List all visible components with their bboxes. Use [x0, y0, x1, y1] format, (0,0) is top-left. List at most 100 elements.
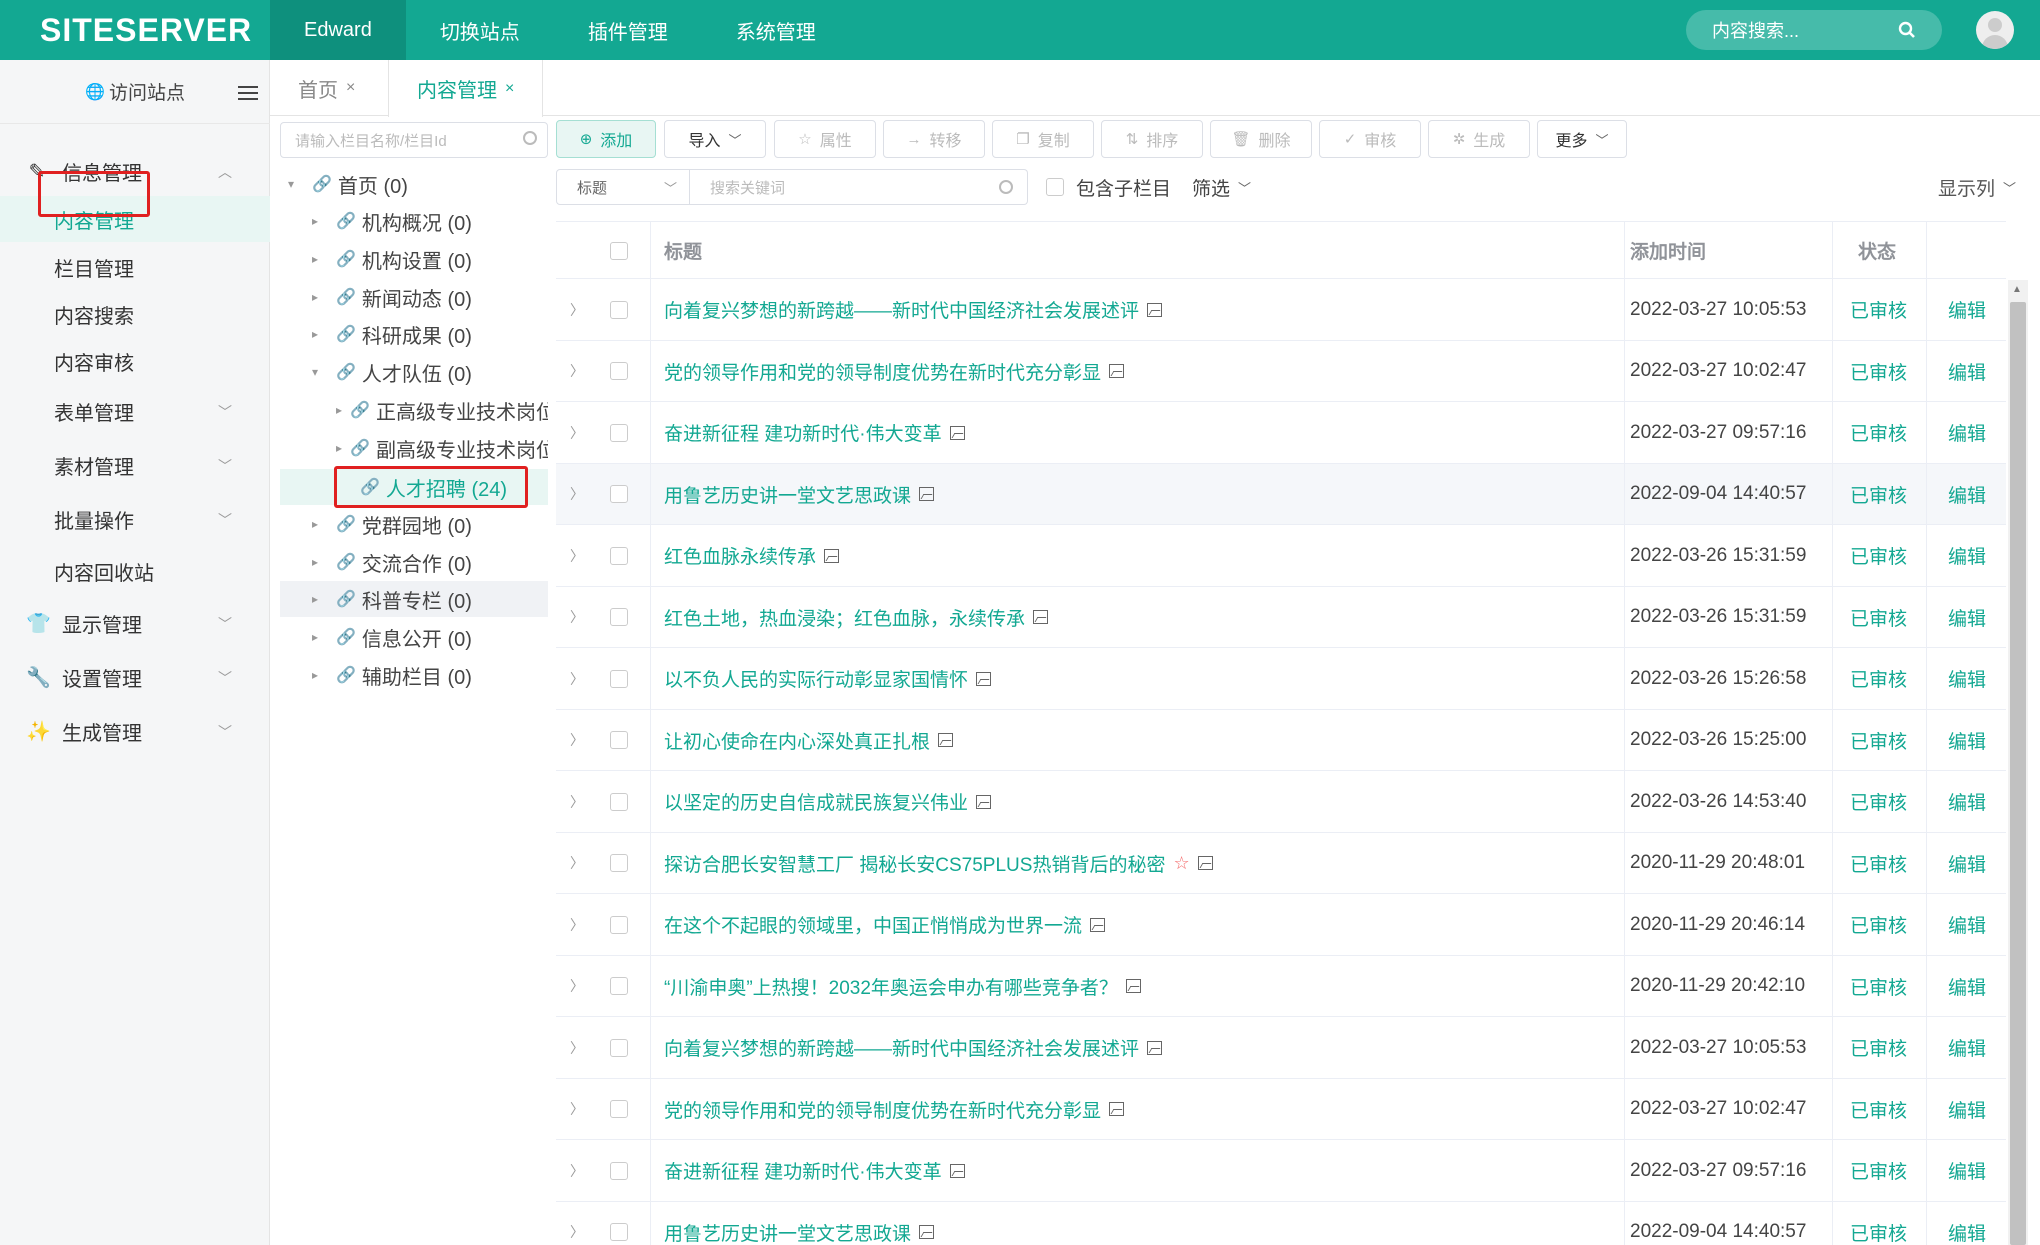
table-row[interactable]: 〉 用鲁艺历史讲一堂文艺思政课 2022-09-04 14:40:57 已审核 编辑 [556, 1201, 2006, 1245]
row-checkbox[interactable] [610, 1140, 628, 1201]
content-title-link[interactable]: 在这个不起眼的领域里，中国正悄悄成为世界一流 [664, 911, 1082, 938]
submenu-channel-management[interactable]: 栏目管理 [0, 244, 270, 290]
row-checkbox[interactable] [610, 402, 628, 463]
tab-home[interactable]: 首页 × [270, 60, 383, 116]
checkbox[interactable] [610, 300, 628, 319]
caret-icon[interactable]: ▸ [312, 517, 328, 531]
content-title-link[interactable]: 以不负人民的实际行动彰显家国情怀 [664, 665, 968, 692]
close-icon[interactable]: × [346, 79, 355, 97]
submenu-content-review[interactable]: 内容审核 [0, 338, 270, 384]
table-row[interactable]: 〉 党的领导作用和党的领导制度优势在新时代充分彰显 2022-03-27 10:02… [556, 340, 2006, 402]
caret-icon[interactable]: ▸ [312, 592, 328, 606]
more-button[interactable]: 更多 ﹀ [1537, 120, 1627, 158]
expand-row-icon[interactable]: 〉 [570, 341, 584, 402]
content-title-link[interactable]: 奋进新征程 建功新时代·伟大变革 [664, 1157, 942, 1184]
caret-icon[interactable]: ▸ [336, 441, 342, 455]
add-button[interactable]: ⊕ 添加 [556, 120, 656, 158]
checkbox[interactable] [610, 423, 628, 442]
table-row[interactable]: 〉 奋进新征程 建功新时代·伟大变革 2022-03-27 09:57:16 已审核编… [556, 402, 2006, 464]
generate-button[interactable]: ✲ 生成 [1428, 120, 1530, 158]
checkbox[interactable] [610, 608, 628, 626]
caret-icon[interactable]: ▸ [312, 290, 328, 304]
status-badge[interactable]: 已审核 [1850, 771, 1907, 832]
status-badge[interactable]: 已审核 [1850, 402, 1907, 463]
edit-link[interactable]: 编辑 [1948, 771, 1986, 832]
user-avatar[interactable] [1976, 11, 2014, 49]
tree-node[interactable]: ▾ 🔗 人才队伍 (0) [312, 354, 472, 390]
content-title-link[interactable]: 向着复兴梦想的新跨越——新时代中国经济社会发展述评 [664, 296, 1139, 323]
tree-node[interactable]: ▸ 🔗 科普专栏 (0) [312, 581, 472, 617]
visit-site-link[interactable]: 🌐 访问站点 [0, 60, 270, 124]
edit-link[interactable]: 编辑 [1948, 833, 1986, 894]
tree-node[interactable]: ▸ 🔗 辅助栏目 (0) [312, 657, 472, 693]
select-all-checkbox[interactable] [610, 222, 628, 279]
table-row[interactable]: 〉 红色土地，热血浸染；红色血脉，永续传承 2022-03-26 15:31:59 已… [556, 586, 2006, 648]
menu-group-settings[interactable]: 🔧 设置管理 ﹀ [0, 652, 270, 702]
table-row[interactable]: 〉 向着复兴梦想的新跨越——新时代中国经济社会发展述评 2022-03-27 10:… [556, 279, 2006, 341]
checkbox[interactable] [610, 915, 628, 934]
checkbox[interactable] [610, 1038, 628, 1057]
status-badge[interactable]: 已审核 [1850, 833, 1907, 894]
checkbox[interactable] [610, 977, 628, 995]
content-title-link[interactable]: 党的领导作用和党的领导制度优势在新时代充分彰显 [664, 358, 1101, 385]
expand-row-icon[interactable]: 〉 [570, 833, 584, 894]
table-row[interactable]: 〉 用鲁艺历史讲一堂文艺思政课 2022-09-04 14:40:57 已审核 编辑 [556, 463, 2006, 525]
status-badge[interactable]: 已审核 [1850, 1140, 1907, 1201]
table-row[interactable]: 〉 党的领导作用和党的领导制度优势在新时代充分彰显 2022-03-27 10:02… [556, 1078, 2006, 1140]
col-status[interactable]: 状态 [1858, 222, 1896, 279]
expand-row-icon[interactable]: 〉 [570, 279, 584, 340]
menu-group-display[interactable]: 👕 显示管理 ﹀ [0, 598, 270, 648]
row-checkbox[interactable] [610, 833, 628, 894]
status-badge[interactable]: 已审核 [1850, 1017, 1907, 1078]
content-search-input[interactable]: 内容搜索... [1686, 10, 1942, 50]
expand-row-icon[interactable]: 〉 [570, 587, 584, 648]
review-button[interactable]: ✓ 审核 [1319, 120, 1421, 158]
row-checkbox[interactable] [610, 1202, 628, 1245]
tree-node[interactable]: ▸ 🔗 机构设置 (0) [312, 241, 472, 277]
status-badge[interactable]: 已审核 [1850, 587, 1907, 648]
table-row[interactable]: 〉 向着复兴梦想的新跨越——新时代中国经济社会发展述评 2022-03-27 10:… [556, 1017, 2006, 1079]
row-checkbox[interactable] [610, 894, 628, 955]
expand-row-icon[interactable]: 〉 [570, 525, 584, 586]
table-row[interactable]: 〉 让初心使命在内心深处真正扎根 2022-03-26 15:25:00 已审核 编辑 [556, 709, 2006, 771]
row-checkbox[interactable] [610, 587, 628, 648]
checkbox[interactable] [1046, 178, 1064, 196]
col-added-time[interactable]: 添加时间 [1630, 222, 1706, 279]
checkbox[interactable] [610, 792, 628, 811]
table-row[interactable]: 〉 以不负人民的实际行动彰显家国情怀 2022-03-26 15:26:58 已审核编… [556, 648, 2006, 710]
checkbox[interactable] [610, 669, 628, 688]
tree-node[interactable]: ▸ 🔗 机构概况 (0) [312, 203, 472, 239]
attributes-button[interactable]: ☆ 属性 [774, 120, 876, 158]
row-checkbox[interactable] [610, 341, 628, 402]
caret-icon[interactable]: ▸ [312, 252, 328, 266]
table-row[interactable]: 〉 红色血脉永续传承 2022-03-26 15:31:59 已审核 编辑 [556, 525, 2006, 587]
sort-button[interactable]: ⇅ 排序 [1101, 120, 1203, 158]
content-title-link[interactable]: 党的领导作用和党的领导制度优势在新时代充分彰显 [664, 1096, 1101, 1123]
status-badge[interactable]: 已审核 [1850, 341, 1907, 402]
edit-link[interactable]: 编辑 [1948, 956, 1986, 1017]
filter-dropdown[interactable]: 筛选 ﹀ [1192, 172, 1251, 202]
tree-node[interactable]: ▸ 🔗 信息公开 (0) [312, 619, 472, 655]
row-checkbox[interactable] [610, 771, 628, 832]
status-badge[interactable]: 已审核 [1850, 710, 1907, 771]
content-title-link[interactable]: 奋进新征程 建功新时代·伟大变革 [664, 419, 942, 446]
status-badge[interactable]: 已审核 [1850, 525, 1907, 586]
keyword-search-input[interactable]: 搜索关键词 [690, 169, 1028, 205]
row-checkbox[interactable] [610, 464, 628, 525]
content-title-link[interactable]: 让初心使命在内心深处真正扎根 [664, 727, 930, 754]
expand-row-icon[interactable]: 〉 [570, 1202, 584, 1245]
edit-link[interactable]: 编辑 [1948, 279, 1986, 340]
show-columns-dropdown[interactable]: 显示列 ﹀ [1938, 172, 2016, 202]
search-icon[interactable] [1898, 21, 1916, 39]
row-checkbox[interactable] [610, 956, 628, 1017]
col-title[interactable]: 标题 [664, 222, 702, 279]
row-checkbox[interactable] [610, 710, 628, 771]
nav-item-user[interactable]: Edward [270, 0, 406, 60]
expand-row-icon[interactable]: 〉 [570, 648, 584, 709]
siteserver-logo[interactable]: SITESERVER [40, 10, 252, 50]
content-title-link[interactable]: “川渝申奥”上热搜！2032年奥运会申办有哪些竞争者？ [664, 973, 1118, 1000]
row-checkbox[interactable] [610, 279, 628, 340]
scroll-up-icon[interactable]: ▲ [2012, 284, 2022, 295]
import-button[interactable]: 导入 ﹀ [664, 120, 766, 158]
content-title-link[interactable]: 探访合肥长安智慧工厂 揭秘长安CS75PLUS热销背后的秘密 [664, 850, 1165, 877]
